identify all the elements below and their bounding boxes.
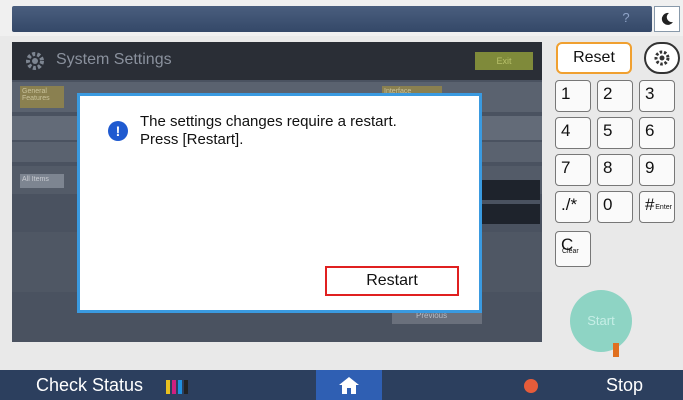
- key-enter[interactable]: # Enter: [639, 191, 675, 223]
- settings-exit-button[interactable]: Exit: [475, 52, 533, 70]
- start-indicator-led: [613, 343, 619, 357]
- tab-general-features[interactable]: General Features: [20, 86, 64, 108]
- dialog-message-line2: Press [Restart].: [140, 131, 244, 148]
- settings-gear-icon: [26, 52, 44, 70]
- reset-button[interactable]: Reset: [556, 42, 632, 74]
- key-7[interactable]: 7: [555, 154, 591, 186]
- key-label: ./*: [561, 195, 578, 214]
- toner-level-icon: [166, 380, 188, 394]
- key-6[interactable]: 6: [639, 117, 675, 149]
- status-strip: [12, 6, 652, 32]
- restart-required-dialog: ! The settings changes require a restart…: [77, 93, 482, 313]
- key-4[interactable]: 4: [555, 117, 591, 149]
- dialog-message: The settings changes require a restart. …: [140, 113, 460, 149]
- key-8[interactable]: 8: [597, 154, 633, 186]
- key-label: 5: [603, 121, 613, 140]
- printer-panel-screen: ? System Settings Exit General Features …: [0, 0, 683, 400]
- key-label: 7: [561, 158, 571, 177]
- key-label: 1: [561, 84, 571, 103]
- key-3[interactable]: 3: [639, 80, 675, 112]
- settings-title: System Settings: [56, 51, 172, 68]
- toner-bar: [178, 380, 182, 394]
- all-items-button[interactable]: All Items: [20, 174, 64, 188]
- bottom-bar: Check Status Stop: [0, 370, 683, 400]
- settings-value-cell: [482, 180, 540, 200]
- key-sublabel: Enter: [655, 204, 672, 211]
- key-label: 6: [645, 121, 655, 140]
- home-button[interactable]: [316, 370, 382, 400]
- toner-bar: [184, 380, 188, 394]
- settings-cog-button[interactable]: [644, 42, 680, 74]
- key-star[interactable]: ./*: [555, 191, 591, 223]
- top-status-bar: ?: [0, 0, 683, 36]
- key-label: 3: [645, 84, 655, 103]
- moon-icon[interactable]: [654, 6, 680, 32]
- toner-bar: [166, 380, 170, 394]
- key-label: 0: [603, 195, 613, 214]
- start-button[interactable]: Start: [570, 290, 632, 352]
- key-label: #: [645, 195, 655, 214]
- key-1[interactable]: 1: [555, 80, 591, 112]
- home-icon: [339, 377, 359, 394]
- key-label: 9: [645, 158, 655, 177]
- restart-button[interactable]: Restart: [325, 266, 459, 296]
- toner-bar: [172, 380, 176, 394]
- key-clear[interactable]: C Clear: [555, 231, 591, 267]
- gear-icon: [654, 50, 670, 66]
- check-status-button[interactable]: Check Status: [36, 375, 143, 396]
- settings-title-bar: System Settings Exit: [12, 42, 542, 80]
- settings-value-cell: [482, 204, 540, 224]
- help-icon[interactable]: ?: [616, 10, 636, 28]
- key-0[interactable]: 0: [597, 191, 633, 223]
- key-5[interactable]: 5: [597, 117, 633, 149]
- dialog-message-line1: The settings changes require a restart.: [140, 113, 397, 130]
- info-icon: !: [108, 121, 128, 141]
- stop-icon: [524, 379, 538, 393]
- key-label: 4: [561, 121, 571, 140]
- key-label: 8: [603, 158, 613, 177]
- stop-button[interactable]: Stop: [606, 375, 643, 396]
- key-9[interactable]: 9: [639, 154, 675, 186]
- key-2[interactable]: 2: [597, 80, 633, 112]
- key-sublabel: Clear: [562, 248, 579, 255]
- key-label: 2: [603, 84, 613, 103]
